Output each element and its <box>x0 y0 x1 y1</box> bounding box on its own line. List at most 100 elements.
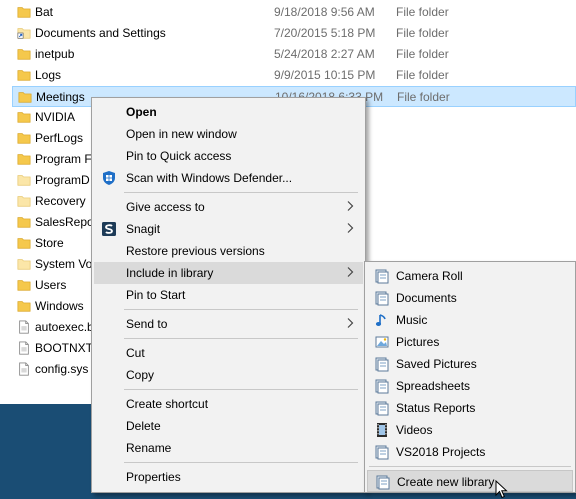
chevron-right-icon <box>347 267 354 277</box>
file-name: ProgramD <box>35 173 90 187</box>
library-item-vs2018-projects[interactable]: VS2018 Projects <box>367 441 573 463</box>
menu-item-send-to[interactable]: Send to <box>94 313 363 335</box>
menu-separator <box>124 192 358 193</box>
library-item-spreadsheets[interactable]: Spreadsheets <box>367 375 573 397</box>
file-icon <box>19 341 29 355</box>
file-name: inetpub <box>35 47 75 61</box>
menu-item-pin-to-quick-access[interactable]: Pin to Quick access <box>94 145 363 167</box>
menu-item-label: Pictures <box>396 335 440 349</box>
file-name: NVIDIA <box>35 110 76 124</box>
library-item-videos[interactable]: Videos <box>367 419 573 441</box>
library-icon <box>375 269 389 284</box>
library-item-documents[interactable]: Documents <box>367 287 573 309</box>
folder-icon <box>17 133 31 144</box>
menu-item-give-access-to[interactable]: Give access to <box>94 196 363 218</box>
menu-item-restore-previous-versions[interactable]: Restore previous versions <box>94 240 363 262</box>
include-in-library-submenu: Camera Roll Documents Music Pictures Saved P… <box>364 261 576 493</box>
file-name: Bat <box>35 5 54 19</box>
chevron-right-icon <box>347 223 354 233</box>
menu-item-label: Send to <box>126 317 168 331</box>
menu-separator <box>124 462 358 463</box>
file-name: Windows <box>35 299 84 313</box>
menu-item-label: Give access to <box>126 200 205 214</box>
file-name: Meetings <box>36 90 85 104</box>
menu-item-create-shortcut[interactable]: Create shortcut <box>94 393 363 415</box>
file-date: 9/18/2018 9:56 AM <box>274 5 375 19</box>
file-type: File folder <box>396 5 449 19</box>
folder-icon <box>17 301 31 312</box>
file-icon <box>19 320 29 334</box>
file-icon <box>19 362 29 376</box>
file-name: Recovery <box>35 194 86 208</box>
menu-item-delete[interactable]: Delete <box>94 415 363 437</box>
chevron-right-icon <box>347 318 354 328</box>
menu-item-rename[interactable]: Rename <box>94 437 363 459</box>
folder-icon <box>18 92 32 103</box>
menu-item-label: Include in library <box>126 266 214 280</box>
file-type: File folder <box>396 47 449 61</box>
folder-icon <box>17 70 31 81</box>
menu-item-label: Status Reports <box>396 401 476 415</box>
menu-separator <box>124 389 358 390</box>
folder-icon <box>17 154 31 165</box>
menu-item-open-in-new-window[interactable]: Open in new window <box>94 123 363 145</box>
menu-item-label: Copy <box>126 368 155 382</box>
folder-icon <box>17 217 31 228</box>
file-type: File folder <box>396 26 449 40</box>
file-type: File folder <box>396 68 449 82</box>
file-name: Store <box>35 236 64 250</box>
library-item-saved-pictures[interactable]: Saved Pictures <box>367 353 573 375</box>
library-icon <box>375 357 389 372</box>
menu-item-open[interactable]: Open <box>94 101 363 123</box>
library-item-camera-roll[interactable]: Camera Roll <box>367 265 573 287</box>
menu-item-label: Music <box>396 313 428 327</box>
library-music-icon <box>375 314 386 326</box>
folder-light-icon <box>17 196 31 207</box>
menu-item-label: Documents <box>396 291 457 305</box>
menu-item-label: VS2018 Projects <box>396 445 486 459</box>
menu-item-label: Scan with Windows Defender... <box>126 171 293 185</box>
file-row[interactable]: Documents and Settings 7/20/2015 5:18 PM F… <box>12 23 576 44</box>
mouse-cursor-icon <box>495 480 508 499</box>
menu-item-label: Open <box>126 105 157 119</box>
menu-item-snagit[interactable]: Snagit <box>94 218 363 240</box>
menu-item-properties[interactable]: Properties <box>94 466 363 488</box>
menu-item-label: Pin to Quick access <box>126 149 232 163</box>
library-videos-icon <box>377 423 387 437</box>
folder-shortcut-icon <box>17 28 31 39</box>
menu-item-cut[interactable]: Cut <box>94 342 363 364</box>
menu-item-label: Saved Pictures <box>396 357 477 371</box>
file-row[interactable]: Bat 9/18/2018 9:56 AM File folder <box>12 2 576 23</box>
library-documents-icon <box>375 291 389 306</box>
menu-separator <box>369 466 571 467</box>
library-item-music[interactable]: Music <box>367 309 573 331</box>
chevron-right-icon <box>347 201 354 211</box>
menu-item-label: Create shortcut <box>126 397 209 411</box>
library-item-status-reports[interactable]: Status Reports <box>367 397 573 419</box>
context-menu: Open Open in new window Pin to Quick acces… <box>91 97 366 493</box>
library-item-pictures[interactable]: Pictures <box>367 331 573 353</box>
menu-item-label: Videos <box>396 423 433 437</box>
file-name: Users <box>35 278 67 292</box>
file-name: Documents and Settings <box>35 26 166 40</box>
file-row[interactable]: Logs 9/9/2015 10:15 PM File folder <box>12 65 576 86</box>
snagit-icon <box>102 222 116 236</box>
library-documents-icon <box>375 379 389 394</box>
file-date: 7/20/2015 5:18 PM <box>274 26 376 40</box>
menu-item-label: Pin to Start <box>126 288 186 302</box>
menu-item-label: Create new library <box>397 475 495 489</box>
file-row[interactable]: inetpub 5/24/2018 2:27 AM File folder <box>12 44 576 65</box>
folder-light-icon <box>17 259 31 270</box>
library-item-create-new-library[interactable]: Create new library <box>367 470 573 492</box>
menu-item-pin-to-start[interactable]: Pin to Start <box>94 284 363 306</box>
menu-item-label: Restore previous versions <box>126 244 265 258</box>
menu-item-include-in-library[interactable]: Include in library <box>94 262 363 284</box>
menu-item-label: Cut <box>126 346 145 360</box>
folder-icon <box>17 280 31 291</box>
menu-item-label: Properties <box>126 470 181 484</box>
folder-icon <box>17 49 31 60</box>
menu-item-scan-with-windows-defender[interactable]: Scan with Windows Defender... <box>94 167 363 189</box>
menu-item-label: Rename <box>126 441 172 455</box>
menu-item-copy[interactable]: Copy <box>94 364 363 386</box>
library-icon <box>375 445 389 460</box>
